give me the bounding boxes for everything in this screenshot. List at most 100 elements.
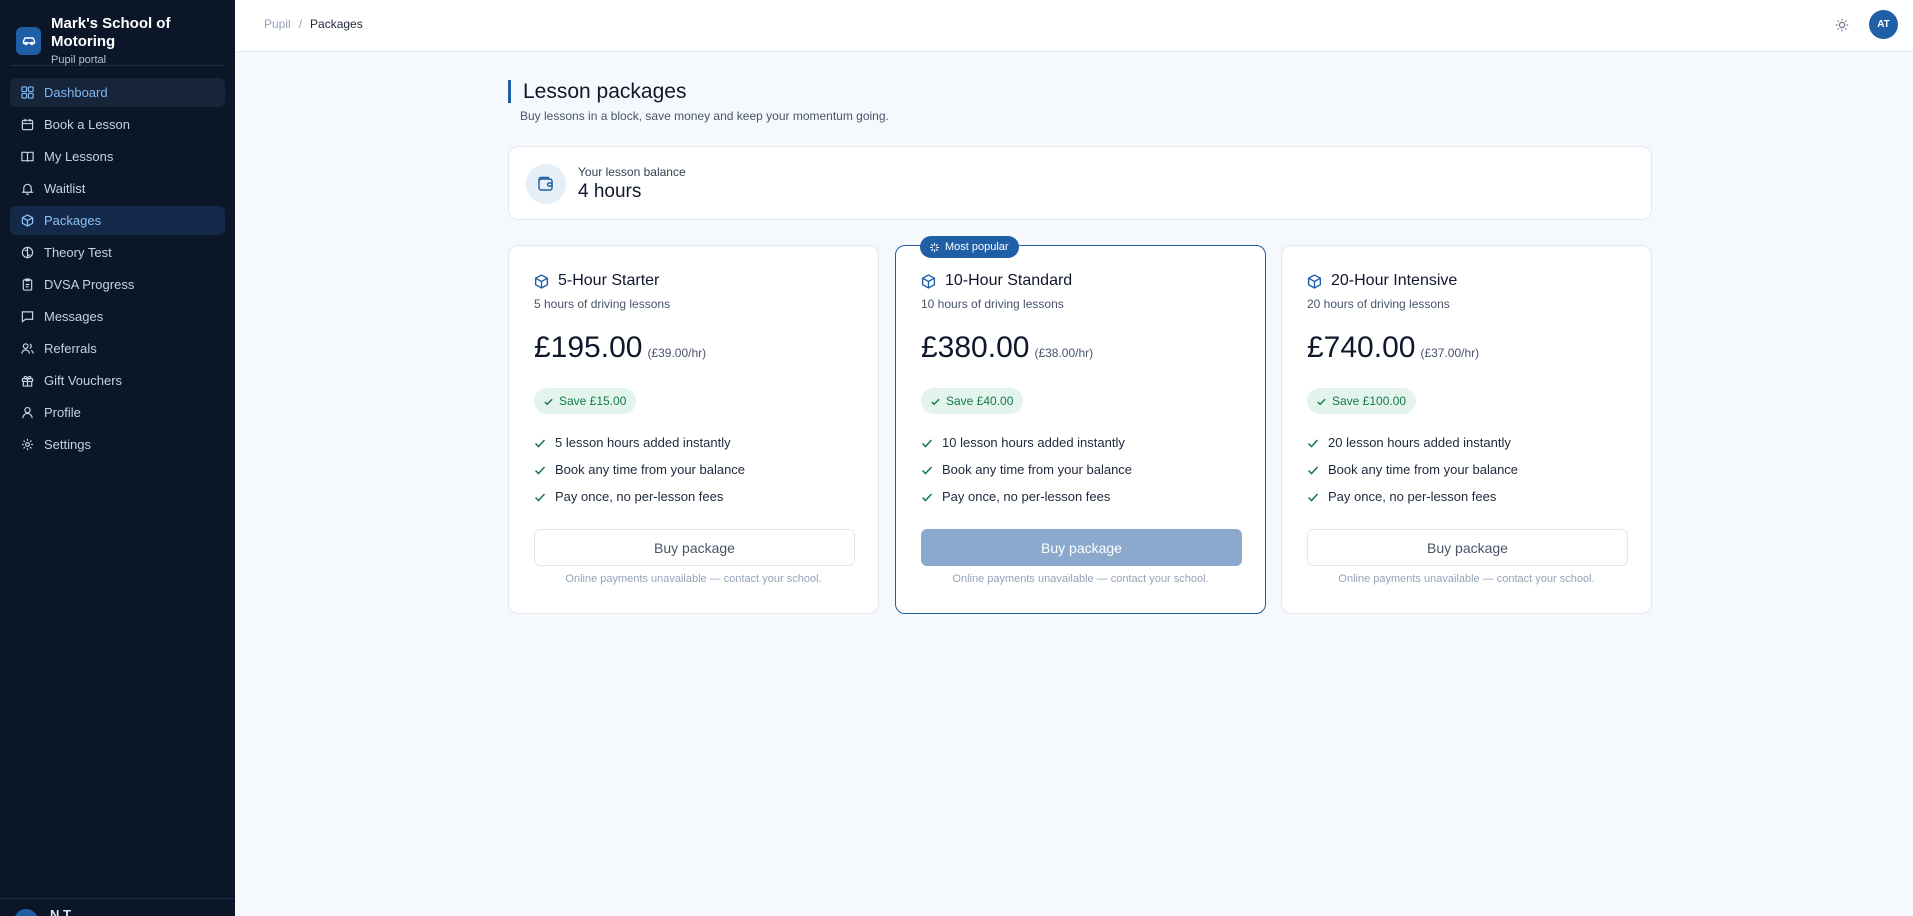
package-hourly-rate: (£37.00/hr)	[1420, 346, 1480, 360]
sidebar-nav: Dashboard Book a Lesson My Lessons Waitl…	[0, 66, 235, 459]
sidebar-item-referrals[interactable]: Referrals	[10, 334, 225, 363]
package-header: 5-Hour Starter	[534, 272, 659, 290]
avatar[interactable]: AT	[1869, 10, 1898, 39]
breadcrumb-separator: /	[298, 17, 303, 31]
car-icon	[16, 26, 42, 55]
package-description: 20 hours of driving lessons	[1307, 297, 1450, 311]
sidebar-item-label: My Lessons	[44, 149, 114, 164]
save-label: Save £15.00	[559, 394, 627, 408]
package-hourly-rate: (£38.00/hr)	[1034, 346, 1094, 360]
feature-list: 10 lesson hours added instantly Book any…	[921, 429, 1132, 510]
sidebar-item-book-a-lesson[interactable]: Book a Lesson	[10, 110, 225, 139]
package-name: 10-Hour Standard	[945, 272, 1073, 289]
save-badge: Save £15.00	[534, 388, 637, 414]
feature-text: 5 lesson hours added instantly	[555, 435, 731, 450]
save-badge: Save £40.00	[921, 388, 1024, 414]
sidebar-item-label: DVSA Progress	[44, 277, 135, 292]
package-price: £195.00	[534, 331, 643, 364]
sidebar-item-messages[interactable]: Messages	[10, 302, 225, 331]
feature-text: Book any time from your balance	[1328, 462, 1519, 477]
feature-text: Pay once, no per-lesson fees	[1328, 489, 1497, 504]
sidebar-item-dashboard[interactable]: Dashboard	[10, 78, 225, 107]
sidebar-item-theory-test[interactable]: Theory Test	[10, 238, 225, 267]
sidebar-item-my-lessons[interactable]: My Lessons	[10, 142, 225, 171]
feature-text: Book any time from your balance	[942, 462, 1133, 477]
sidebar-item-label: Gift Vouchers	[44, 373, 123, 388]
sidebar-item-packages[interactable]: Packages	[10, 206, 225, 235]
package-name: 20-Hour Intensive	[1331, 272, 1458, 289]
breadcrumb-current: Packages	[310, 17, 363, 31]
buy-package-button[interactable]: Buy package	[534, 529, 855, 566]
calendar-icon	[20, 118, 34, 132]
check-icon	[544, 398, 553, 405]
list-item: 10 lesson hours added instantly	[921, 429, 1132, 456]
list-item: 5 lesson hours added instantly	[534, 429, 745, 456]
list-item: Pay once, no per-lesson fees	[534, 483, 745, 510]
save-badge: Save £100.00	[1307, 388, 1417, 414]
book-icon	[20, 150, 34, 164]
breadcrumb-pupil[interactable]: Pupil	[264, 17, 291, 31]
users-icon	[20, 342, 34, 356]
brand[interactable]: Mark's School of Motoring Pupil portal	[0, 0, 235, 66]
bell-icon	[20, 182, 34, 196]
sidebar-item-settings[interactable]: Settings	[10, 430, 225, 459]
page-subtitle: Buy lessons in a block, save money and k…	[520, 109, 889, 123]
badge-label: Most popular	[945, 241, 1009, 253]
save-label: Save £100.00	[1332, 394, 1407, 408]
sidebar-user[interactable]: N T	[0, 898, 235, 916]
package-description: 5 hours of driving lessons	[534, 297, 671, 311]
sidebar-item-gift-vouchers[interactable]: Gift Vouchers	[10, 366, 225, 395]
payment-note: Online payments unavailable — contact yo…	[565, 573, 822, 585]
sidebar-item-label: Packages	[44, 213, 102, 228]
feature-text: Pay once, no per-lesson fees	[942, 489, 1111, 504]
user-icon	[20, 406, 34, 420]
breadcrumb: Pupil / Packages	[264, 17, 363, 31]
list-item: Book any time from your balance	[534, 456, 745, 483]
sidebar-item-label: Theory Test	[44, 245, 112, 260]
sidebar-item-label: Dashboard	[44, 85, 108, 100]
sidebar-item-profile[interactable]: Profile	[10, 398, 225, 427]
sun-icon[interactable]	[1833, 16, 1851, 34]
buy-package-button[interactable]: Buy package	[1307, 529, 1628, 566]
package-header: 10-Hour Standard	[921, 272, 1072, 290]
feature-text: 10 lesson hours added instantly	[942, 435, 1125, 450]
check-icon	[1317, 398, 1326, 405]
sidebar-user-name: N T	[50, 907, 71, 916]
sidebar-item-dvsa-progress[interactable]: DVSA Progress	[10, 270, 225, 299]
package-header: 20-Hour Intensive	[1307, 272, 1457, 290]
clipboard-icon	[20, 278, 34, 292]
list-item: Pay once, no per-lesson fees	[1307, 483, 1518, 510]
feature-text: Book any time from your balance	[555, 462, 746, 477]
list-item: Pay once, no per-lesson fees	[921, 483, 1132, 510]
sidebar-item-label: Book a Lesson	[44, 117, 131, 132]
check-icon	[931, 398, 940, 405]
save-label: Save £40.00	[946, 394, 1014, 408]
package-card: 20-Hour Intensive 20 hours of driving le…	[1281, 245, 1652, 614]
package-card: Most popular 10-Hour Standard 10 hours o…	[895, 236, 1266, 614]
feature-text: 20 lesson hours added instantly	[1328, 435, 1511, 450]
buy-package-button[interactable]: Buy package	[921, 529, 1242, 566]
brand-name: Mark's School of Motoring	[51, 14, 171, 50]
package-name: 5-Hour Starter	[558, 272, 660, 289]
check-icon	[534, 465, 546, 475]
package-price-row: £380.00 (£38.00/hr)	[921, 331, 1093, 365]
check-icon	[921, 438, 933, 448]
check-icon	[534, 438, 546, 448]
package-price: £740.00	[1307, 331, 1416, 364]
check-icon	[1307, 438, 1319, 448]
check-icon	[921, 492, 933, 502]
balance-card: Your lesson balance 4 hours	[508, 146, 1652, 220]
message-icon	[20, 310, 34, 324]
package-description: 10 hours of driving lessons	[921, 297, 1064, 311]
feature-list: 20 lesson hours added instantly Book any…	[1307, 429, 1518, 510]
balance-label: Your lesson balance	[578, 165, 686, 179]
avatar	[14, 909, 38, 916]
sidebar-item-label: Settings	[44, 437, 91, 452]
brand-subtitle: Pupil portal	[51, 53, 107, 66]
package-price-row: £740.00 (£37.00/hr)	[1307, 331, 1479, 365]
package-icon	[921, 273, 936, 289]
payment-note: Online payments unavailable — contact yo…	[1338, 573, 1595, 585]
sidebar-item-waitlist[interactable]: Waitlist	[10, 174, 225, 203]
package-card: 5-Hour Starter 5 hours of driving lesson…	[508, 245, 879, 614]
package-icon	[20, 214, 34, 228]
